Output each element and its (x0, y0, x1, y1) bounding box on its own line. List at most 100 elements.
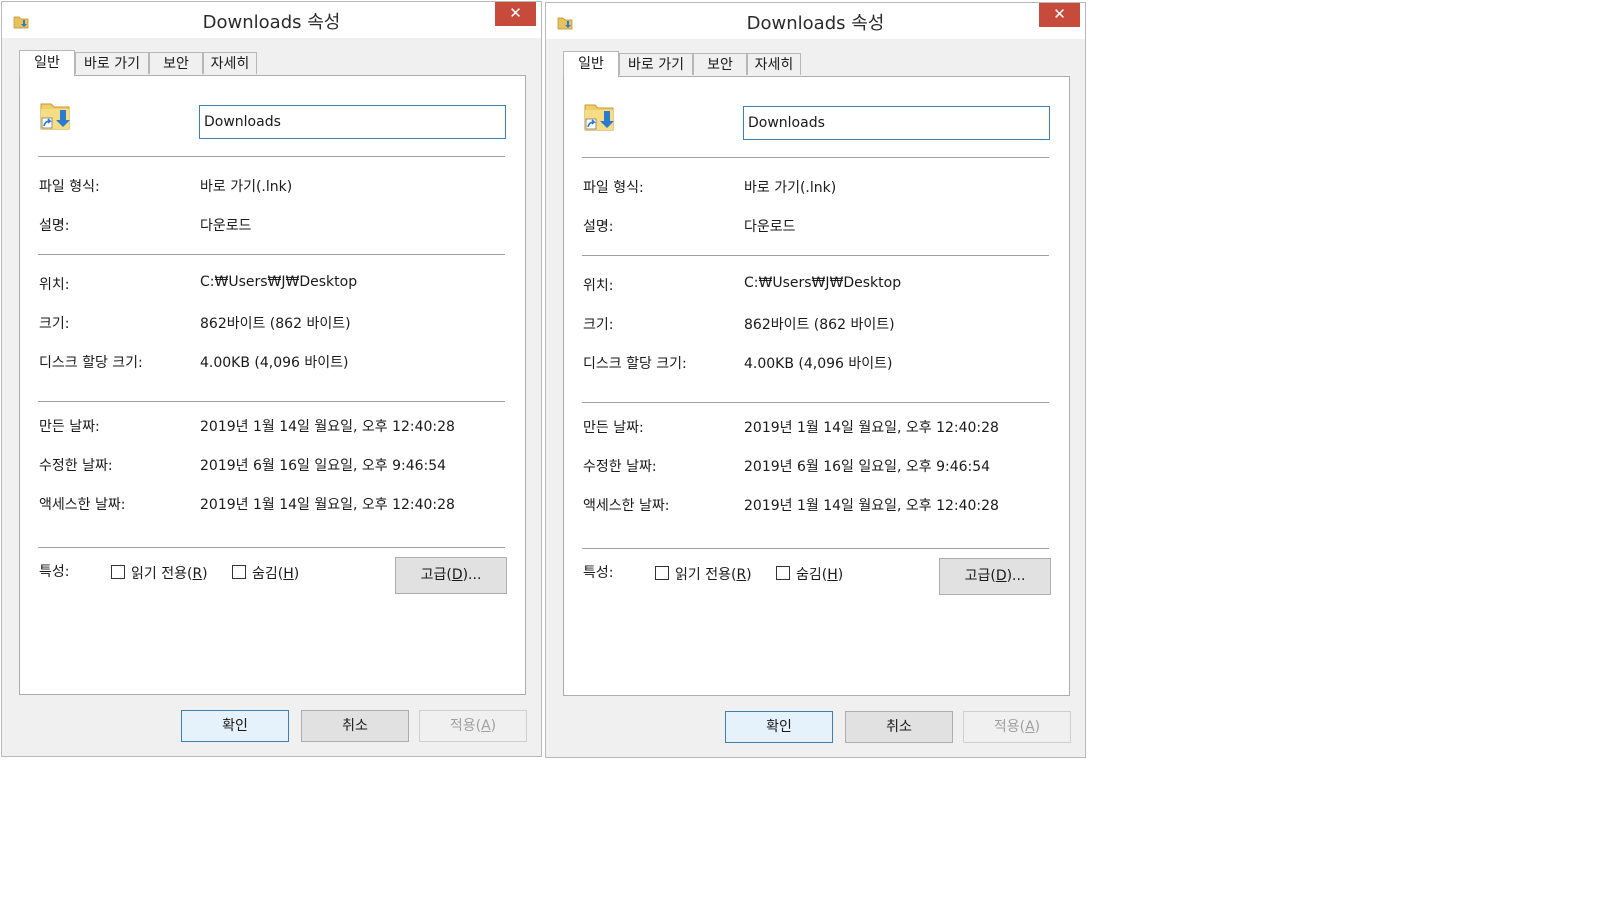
advanced-end: )... (462, 567, 482, 583)
ok-button[interactable]: 확인 (181, 710, 289, 742)
apply-text: 적용( (993, 719, 1026, 735)
apply-button[interactable]: 적용(A) (419, 710, 527, 742)
size-label: 크기: (39, 316, 70, 332)
disk-size-value: 4.00KB (4,096 바이트) (744, 356, 893, 372)
hidden-label[interactable]: 숨김(H) (252, 563, 299, 583)
cancel-button[interactable]: 취소 (845, 711, 953, 743)
location-label: 위치: (39, 277, 70, 293)
title-bar[interactable]: Downloads 속성 ✕ (2, 2, 541, 38)
divider (582, 255, 1049, 256)
tab-shortcut[interactable]: 바로 가기 (75, 52, 149, 74)
name-field[interactable] (743, 106, 1050, 140)
size-value: 862바이트 (862 바이트) (744, 317, 895, 333)
tab-security[interactable]: 보안 (693, 53, 747, 75)
readonly-text: 읽기 전용( (131, 566, 193, 582)
properties-dialog-1: Downloads 속성 ✕ 일반 바로 가기 보안 자세히 파일 형식: 바로… (1, 1, 542, 757)
modified-value: 2019년 6월 16일 일요일, 오후 9:46:54 (200, 458, 447, 474)
disk-size-label: 디스크 할당 크기: (583, 356, 687, 372)
title-bar[interactable]: Downloads 속성 ✕ (546, 3, 1085, 39)
advanced-button[interactable]: 고급(D)... (939, 558, 1051, 595)
accessed-label: 액세스한 날짜: (39, 497, 126, 513)
general-panel: 파일 형식: 바로 가기(.lnk) 설명: 다운로드 위치: C:₩Users… (19, 75, 526, 695)
hidden-text: 숨김( (796, 567, 828, 583)
dialog-title: Downloads 속성 (202, 12, 341, 33)
accessed-label: 액세스한 날짜: (583, 498, 670, 514)
dialog-body: 일반 바로 가기 보안 자세히 파일 형식: 바로 가기(.lnk) 설명: 다… (554, 39, 1077, 753)
readonly-label[interactable]: 읽기 전용(R) (131, 563, 208, 583)
apply-button[interactable]: 적용(A) (963, 711, 1071, 743)
tab-general[interactable]: 일반 (19, 50, 75, 76)
size-value: 862바이트 (862 바이트) (200, 316, 351, 332)
dialog-body: 일반 바로 가기 보안 자세히 파일 형식: 바로 가기(.lnk) 설명: 다… (10, 38, 533, 752)
attributes-label: 특성: (39, 564, 70, 580)
location-value: C:₩Users₩J₩Desktop (200, 274, 358, 290)
created-label: 만든 날짜: (39, 419, 100, 435)
divider (38, 401, 505, 402)
created-label: 만든 날짜: (583, 420, 644, 436)
hidden-text: 숨김( (252, 566, 284, 582)
attributes-label: 특성: (583, 565, 614, 581)
divider (38, 547, 505, 548)
disk-size-label: 디스크 할당 크기: (39, 355, 143, 371)
accessed-value: 2019년 1월 14일 월요일, 오후 12:40:28 (744, 498, 999, 514)
ok-button[interactable]: 확인 (725, 711, 833, 743)
general-panel: 파일 형식: 바로 가기(.lnk) 설명: 다운로드 위치: C:₩Users… (563, 76, 1070, 696)
hidden-accesskey: H (283, 566, 294, 582)
modified-label: 수정한 날짜: (583, 459, 657, 475)
location-value: C:₩Users₩J₩Desktop (744, 275, 902, 291)
divider (38, 156, 505, 157)
divider (38, 254, 505, 255)
readonly-accesskey: R (192, 566, 203, 582)
readonly-label[interactable]: 읽기 전용(R) (675, 564, 752, 584)
shortcut-folder-icon (40, 103, 70, 130)
dialog-title: Downloads 속성 (746, 13, 885, 34)
tab-shortcut[interactable]: 바로 가기 (619, 53, 693, 75)
advanced-text: 고급( (964, 568, 996, 584)
readonly-checkbox[interactable] (655, 566, 669, 580)
apply-end: ) (490, 718, 497, 734)
created-value: 2019년 1월 14일 월요일, 오후 12:40:28 (200, 419, 455, 435)
advanced-accesskey: D (995, 568, 1007, 584)
readonly-end: ) (202, 566, 208, 582)
advanced-button[interactable]: 고급(D)... (395, 557, 507, 594)
file-type-value: 바로 가기(.lnk) (744, 180, 837, 196)
apply-end: ) (1034, 719, 1041, 735)
file-type-label: 파일 형식: (39, 179, 100, 195)
cancel-button[interactable]: 취소 (301, 710, 409, 742)
file-type-label: 파일 형식: (583, 180, 644, 196)
tab-details[interactable]: 자세히 (203, 52, 257, 74)
readonly-checkbox[interactable] (111, 565, 125, 579)
disk-size-value: 4.00KB (4,096 바이트) (200, 355, 349, 371)
description-label: 설명: (39, 218, 70, 234)
advanced-text: 고급( (420, 567, 452, 583)
readonly-end: ) (746, 567, 752, 583)
location-label: 위치: (583, 278, 614, 294)
tab-security[interactable]: 보안 (149, 52, 203, 74)
hidden-label[interactable]: 숨김(H) (796, 564, 843, 584)
file-type-value: 바로 가기(.lnk) (200, 179, 293, 195)
properties-dialog-2: Downloads 속성 ✕ 일반 바로 가기 보안 자세히 파일 형식: 바로… (545, 2, 1086, 758)
tab-details[interactable]: 자세히 (747, 53, 801, 75)
close-button[interactable]: ✕ (495, 2, 536, 26)
description-label: 설명: (583, 219, 614, 235)
name-field[interactable] (199, 105, 506, 139)
accessed-value: 2019년 1월 14일 월요일, 오후 12:40:28 (200, 497, 455, 513)
apply-accesskey: A (481, 718, 491, 734)
advanced-accesskey: D (451, 567, 463, 583)
description-value: 다운로드 (744, 219, 796, 235)
close-button[interactable]: ✕ (1039, 3, 1080, 27)
readonly-text: 읽기 전용( (675, 567, 737, 583)
divider (582, 157, 1049, 158)
divider (582, 402, 1049, 403)
hidden-checkbox[interactable] (776, 566, 790, 580)
apply-text: 적용( (449, 718, 482, 734)
tab-general[interactable]: 일반 (563, 51, 619, 77)
created-value: 2019년 1월 14일 월요일, 오후 12:40:28 (744, 420, 999, 436)
hidden-end: ) (837, 567, 844, 583)
advanced-end: )... (1006, 568, 1026, 584)
hidden-end: ) (293, 566, 300, 582)
hidden-checkbox[interactable] (232, 565, 246, 579)
apply-accesskey: A (1025, 719, 1035, 735)
divider (582, 548, 1049, 549)
modified-value: 2019년 6월 16일 일요일, 오후 9:46:54 (744, 459, 991, 475)
